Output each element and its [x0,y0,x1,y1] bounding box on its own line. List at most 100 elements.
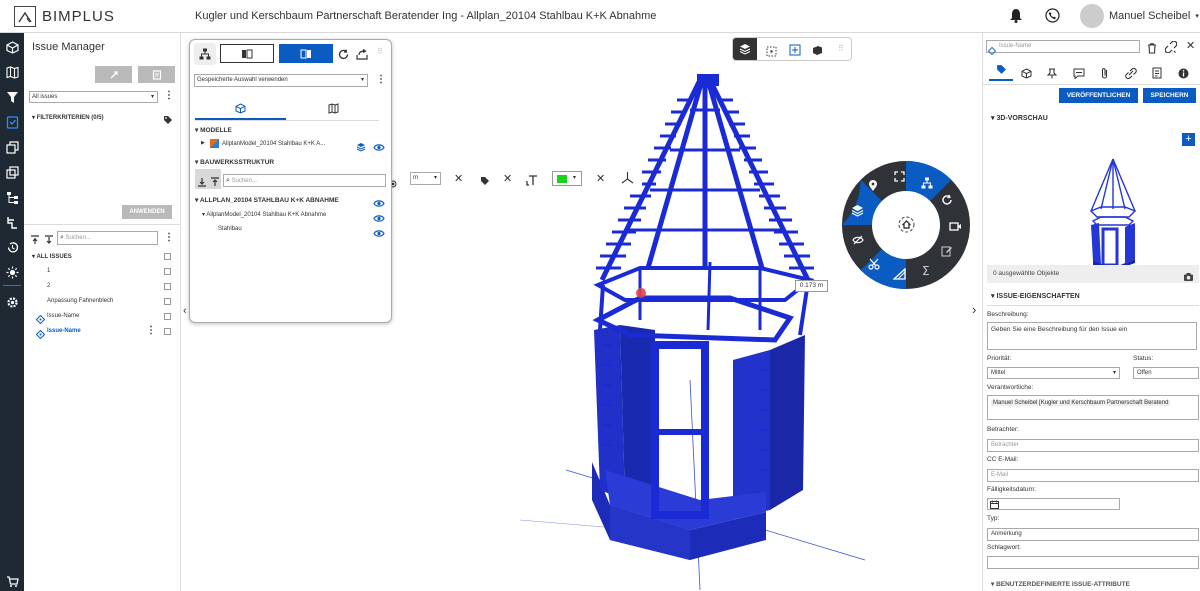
tab-3d[interactable] [195,103,286,120]
sun-icon[interactable] [4,264,20,280]
tab-map[interactable] [288,103,379,120]
tree-item-layer[interactable]: Stahlbau [218,226,242,232]
status-select[interactable]: Offen [1133,367,1199,379]
zoom-extent-icon[interactable] [789,43,801,61]
tree-item-model[interactable]: ▾ AllplanModel_20104 Stahlbau K+K Abnahm… [202,211,326,218]
export-icon[interactable] [356,47,368,65]
delete-icon[interactable] [1147,41,1157,59]
responsible-input[interactable]: Manuel Scheibel [Kugler und Kerschbaum P… [987,395,1199,420]
custom-attributes-header[interactable]: ▾ BENUTZERDEFINIERTE ISSUE-ATTRIBUTE [991,580,1130,588]
publish-button[interactable]: VERÖFFENTLICHEN [1059,88,1138,103]
hide-icon[interactable] [852,232,864,250]
issue-item-selected[interactable]: Issue-Name [47,328,81,334]
close-icon[interactable]: ✕ [596,172,605,185]
view-left-toggle[interactable] [220,44,274,63]
collapse-all-icon[interactable] [197,174,207,192]
location-icon[interactable] [868,179,878,197]
hierarchy-icon[interactable] [921,176,933,194]
bell-icon[interactable] [1009,8,1023,28]
drag-handle-icon[interactable]: ⠿ [838,44,844,53]
tree-item-root[interactable]: ▾ ALLPLAN_20104 STAHLBAU K+K ABNAHME [195,196,339,204]
checkbox[interactable] [164,283,171,290]
add-view-button[interactable]: + [1182,133,1195,146]
view-right-toggle[interactable] [279,44,333,63]
issue-item[interactable]: 1 [47,268,50,274]
tag-icon[interactable] [163,112,173,130]
map-icon[interactable] [4,64,20,80]
sum-icon[interactable]: Σ [922,262,930,280]
keyword-input[interactable] [987,556,1199,569]
home-view-icon[interactable] [898,216,915,238]
responsible-chip[interactable]: Manuel Scheibel [Kugler und Kerschbaum P… [991,400,1171,406]
close-icon[interactable]: ✕ [454,172,463,185]
checkbox[interactable] [164,253,171,260]
tag-icon[interactable] [480,173,490,191]
issue-filter-select[interactable]: All issues ▾ [29,91,158,103]
select-area-icon[interactable] [766,44,777,62]
copy-icon[interactable] [4,139,20,155]
more-icon[interactable]: ⋮ [164,233,174,243]
viewer-input[interactable]: Betrachter [987,439,1199,452]
eye-icon[interactable] [373,225,385,243]
tab-checklist-icon[interactable] [1152,66,1162,84]
checkbox[interactable] [164,328,171,335]
type-select[interactable]: Anmerkung [987,528,1199,541]
tab-link-icon[interactable] [1125,66,1137,84]
close-icon[interactable]: ✕ [503,172,512,185]
priority-select[interactable]: Mittel ▾ [987,367,1120,379]
color-select[interactable]: ▾ [552,171,582,186]
rotate-icon[interactable] [941,193,953,211]
phone-icon[interactable] [1045,8,1060,28]
chevron-right-icon[interactable]: › [972,302,976,317]
unlink-icon[interactable] [1164,40,1178,58]
report-button[interactable] [138,66,175,83]
cart-icon[interactable] [4,573,20,589]
checkbox[interactable] [164,313,171,320]
issue-search-input[interactable]: ⌕ Suchen... [57,231,158,245]
expand-all-icon[interactable] [210,174,220,192]
history-icon[interactable] [4,239,20,255]
tab-cube-icon[interactable] [1021,66,1032,84]
filter-icon[interactable] [4,89,20,105]
camera-icon[interactable] [1183,269,1194,287]
issue-item[interactable]: 2 [47,283,50,289]
tab-pin-icon[interactable] [1046,66,1058,84]
save-button[interactable]: SPEICHERN [1143,88,1196,103]
export-button[interactable] [95,66,132,83]
layers-icon[interactable] [4,164,20,180]
filter-criteria-header[interactable]: ▾ FILTERKRITERIEN (0/5) [32,114,104,121]
cube-solid-icon[interactable] [811,43,823,61]
checkbox[interactable] [164,298,171,305]
camera-icon[interactable] [949,219,962,237]
edit-icon[interactable] [941,244,953,262]
close-icon[interactable]: ✕ [1186,39,1195,52]
issue-icon[interactable] [4,114,20,130]
issue-item[interactable]: Issue-Name [47,313,79,319]
collapse-all-icon[interactable] [30,232,40,250]
expand-all-icon[interactable] [44,232,54,250]
tab-comment-icon[interactable] [1073,66,1085,84]
hierarchy-icon[interactable] [194,43,216,65]
due-date-input[interactable] [987,498,1120,510]
preview-section-header[interactable]: ▾ 3D-VORSCHAU [991,114,1048,122]
saved-selection-select[interactable]: Gespeicherte Auswahl verwenden ▾ [194,74,368,87]
structure-section[interactable]: ▾ BAUWERKSSTRUKTUR [195,158,274,166]
description-textarea[interactable]: Geben Sie eine Beschreibung für den Issu… [987,322,1197,350]
more-icon[interactable]: ⋮ [376,75,386,85]
layers-icon[interactable] [733,38,757,60]
user-menu[interactable]: Manuel Scheibel ▾ [1080,4,1199,28]
more-icon[interactable]: ⋮ [146,326,156,336]
more-icon[interactable]: ⋮ [164,91,174,101]
measure-icon[interactable] [892,267,906,285]
layers-icon[interactable] [851,204,864,222]
properties-section-header[interactable]: ▾ ISSUE-EIGENSCHAFTEN [991,292,1080,300]
fullscreen-icon[interactable] [894,169,905,187]
layers-icon[interactable] [356,139,366,157]
eye-icon[interactable] [373,139,385,157]
logo[interactable]: BIMPLUS [14,6,115,27]
tab-attachment-icon[interactable] [1100,66,1109,84]
tree-icon[interactable] [4,214,20,230]
axis-icon[interactable] [621,171,634,189]
hierarchy-icon[interactable] [4,189,20,205]
structure-search-input[interactable]: ⌕ Suchen... [223,174,386,187]
